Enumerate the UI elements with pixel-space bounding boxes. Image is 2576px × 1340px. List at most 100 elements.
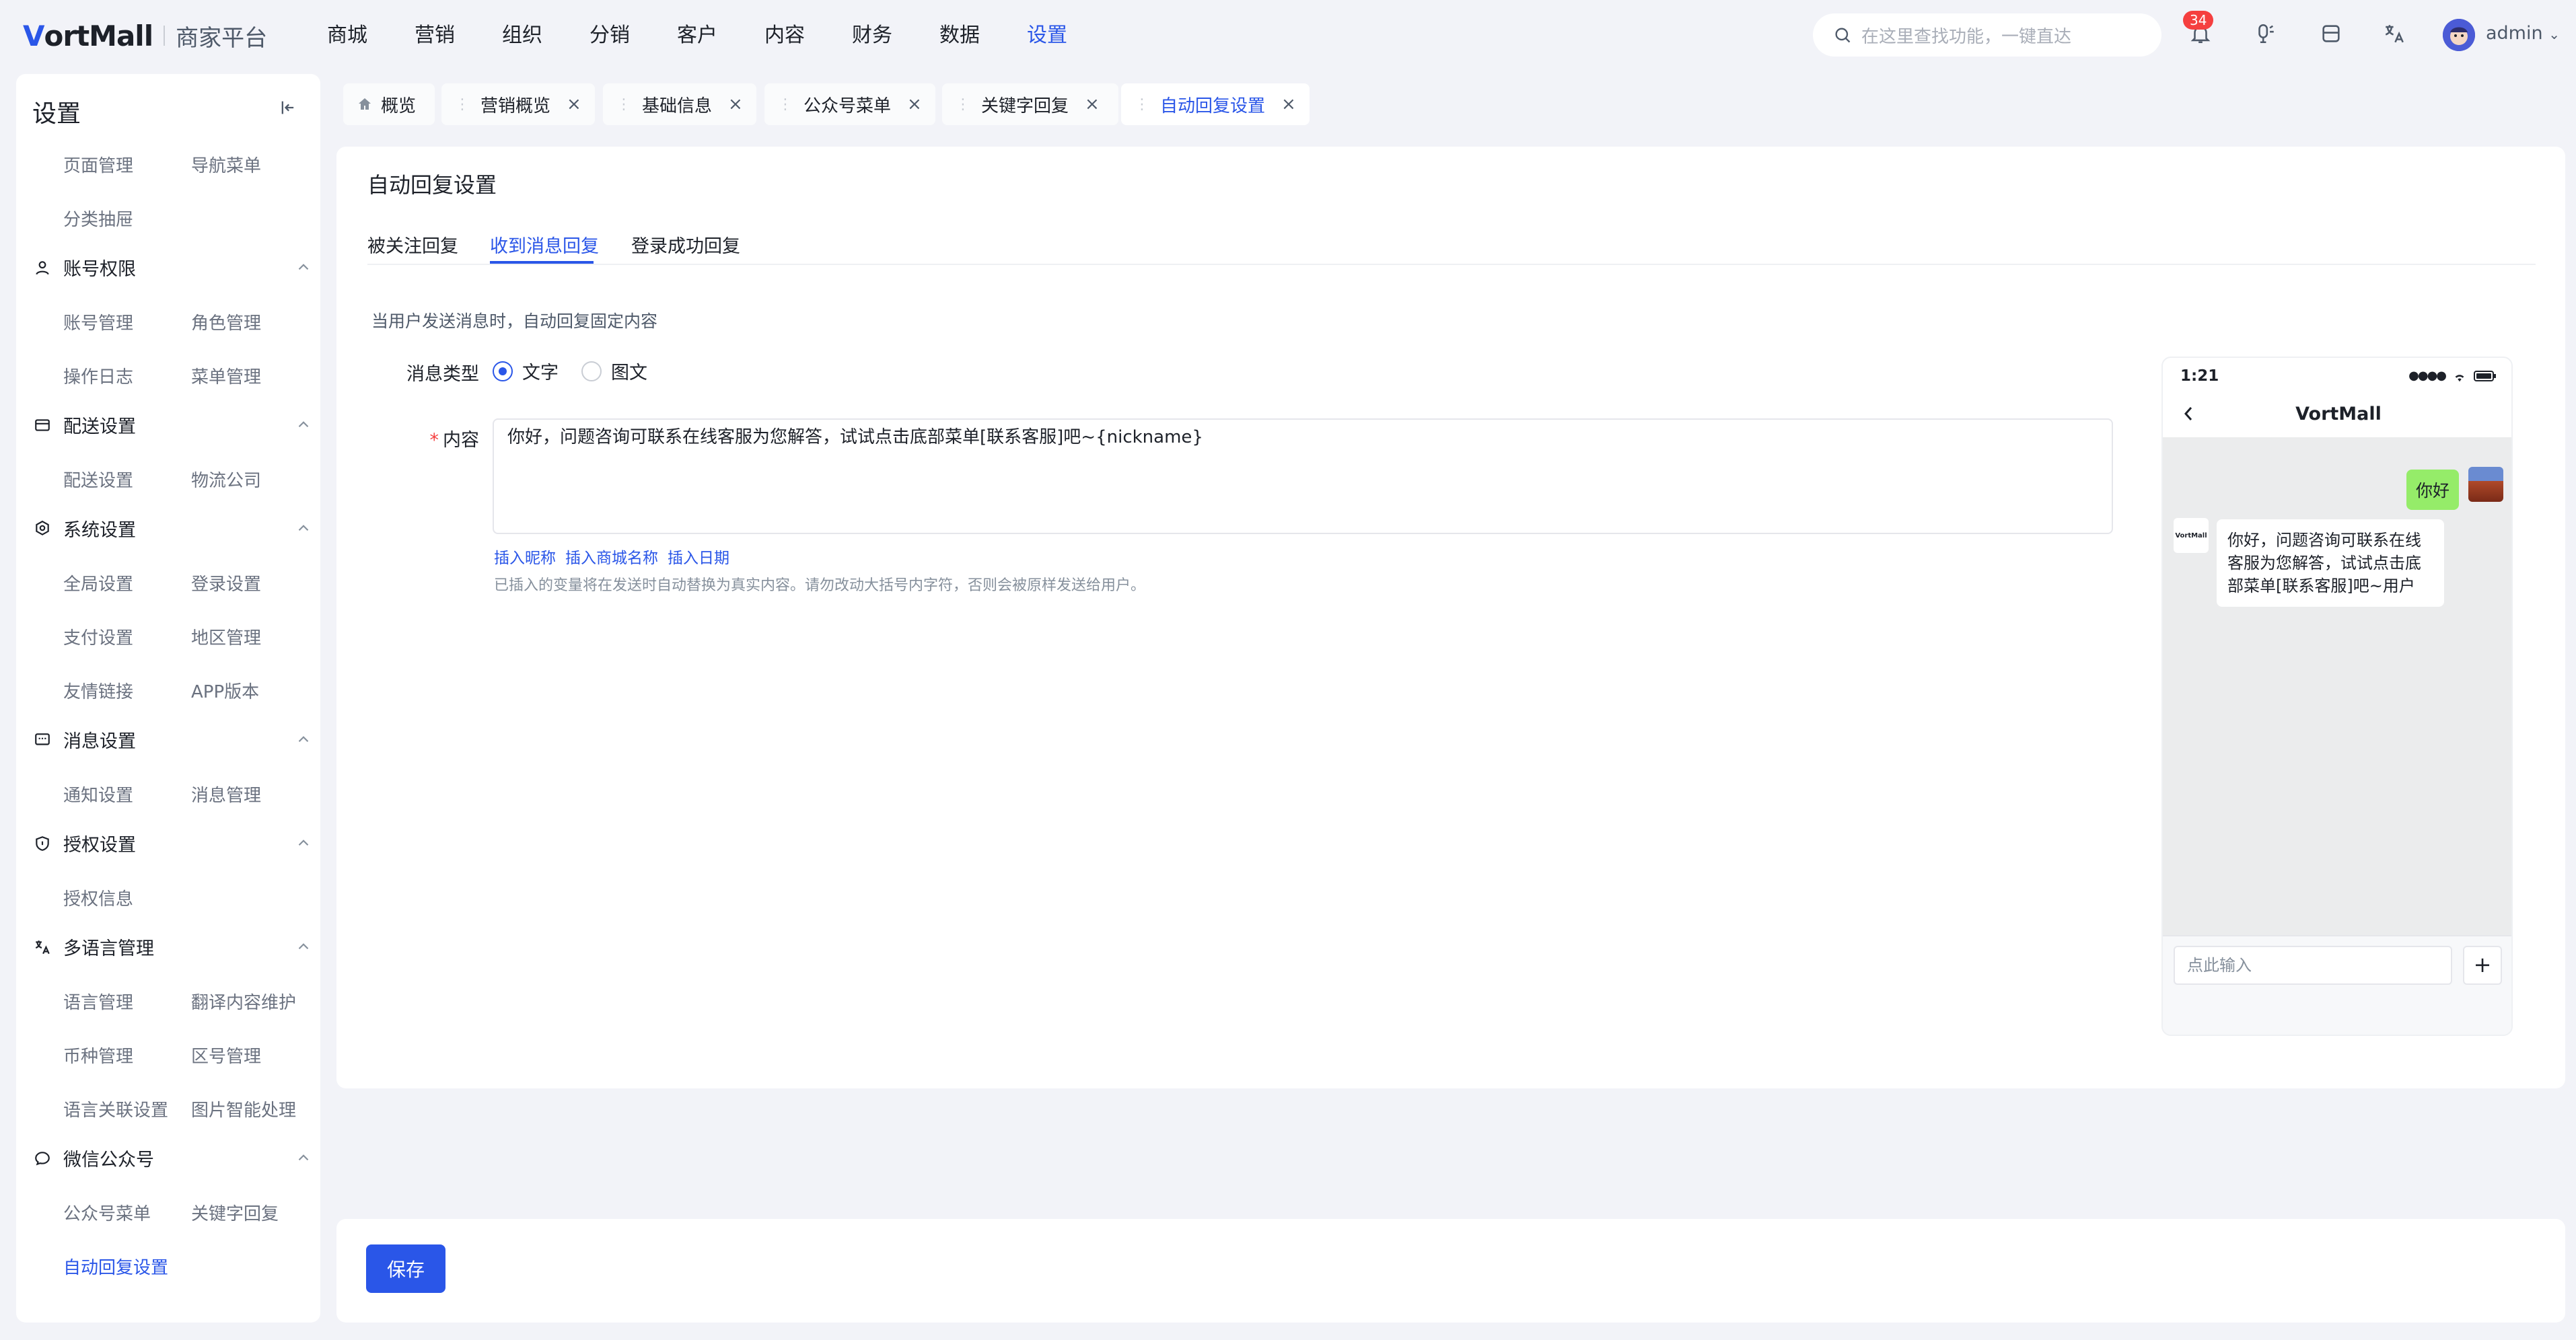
sidebar-item-notification-settings[interactable]: 通知设置 [63, 782, 133, 807]
chevron-up-icon [298, 421, 309, 428]
close-icon[interactable]: × [728, 94, 743, 114]
sidebar-item-area-code-management[interactable]: 区号管理 [191, 1043, 261, 1068]
voice-assistant-icon[interactable] [2252, 20, 2279, 47]
page-title: 自动回复设置 [367, 172, 497, 198]
nav-item-data[interactable]: 数据 [939, 20, 1027, 51]
sidebar-item-menu-management[interactable]: 菜单管理 [191, 363, 261, 388]
drag-handle-icon[interactable]: ⋮ [1135, 96, 1149, 113]
radio-button-checked[interactable] [493, 361, 513, 381]
content-textarea[interactable]: 你好，问题咨询可联系在线客服为您解答，试试点击底部菜单[联系客服]吧~{nick… [493, 418, 2113, 534]
tab-marketing-overview[interactable]: ⋮ 营销概览 × [441, 83, 595, 125]
insert-date-link[interactable]: 插入日期 [668, 545, 729, 568]
subtab-divider [367, 264, 2536, 265]
system-icon [32, 519, 52, 539]
sidebar-item-official-account-menu[interactable]: 公众号菜单 [63, 1200, 151, 1225]
sidebar-group-authorization[interactable]: 授权设置 [32, 830, 312, 856]
sidebar-group-multilanguage[interactable]: 多语言管理 [32, 934, 312, 960]
sidebar-item-role-management[interactable]: 角色管理 [191, 309, 261, 334]
close-icon[interactable]: × [1085, 94, 1100, 114]
sidebar-group-delivery[interactable]: 配送设置 [32, 412, 312, 438]
global-search-input[interactable]: 在这里查找功能，一键直达 [1813, 13, 2161, 57]
sidebar-item-currency-management[interactable]: 币种管理 [63, 1043, 133, 1068]
brand-logo[interactable]: VortMall 商家平台 [23, 19, 268, 52]
store-icon[interactable] [2318, 20, 2345, 47]
close-icon[interactable]: × [907, 94, 922, 114]
nav-item-mall[interactable]: 商城 [327, 20, 415, 51]
translate-icon[interactable] [2381, 20, 2408, 47]
save-button[interactable]: 保存 [366, 1244, 445, 1293]
chat-area: 你好 VortMall 你好，问题咨询可联系在线客服为您解答，试试点击底部菜单[… [2163, 437, 2511, 935]
sidebar-item-operation-log[interactable]: 操作日志 [63, 363, 133, 388]
subtab-follow-reply[interactable]: 被关注回复 [367, 231, 458, 258]
close-icon[interactable]: × [567, 94, 581, 114]
sidebar-item-login-settings[interactable]: 登录设置 [191, 570, 261, 595]
tab-basic-info[interactable]: ⋮ 基础信息 × [603, 83, 756, 125]
chevron-down-icon: ⌄ [2548, 26, 2560, 42]
radio-rich-media[interactable]: 图文 [581, 358, 647, 384]
tab-auto-reply-settings[interactable]: ⋮ 自动回复设置 × [1121, 83, 1310, 125]
sidebar-item-authorization-info[interactable]: 授权信息 [63, 885, 133, 910]
radio-text[interactable]: 文字 [493, 358, 559, 384]
collapse-sidebar-icon[interactable] [279, 98, 297, 120]
sidebar-item-keyword-reply[interactable]: 关键字回复 [191, 1200, 279, 1225]
chat-input[interactable]: 点此输入 [2174, 946, 2452, 985]
platform-subtitle: 商家平台 [176, 24, 268, 52]
sidebar-group-label: 微信公众号 [63, 1150, 154, 1170]
nav-item-content[interactable]: 内容 [764, 20, 852, 51]
sidebar-group-system[interactable]: 系统设置 [32, 515, 312, 542]
sidebar-item-auto-reply-settings[interactable]: 自动回复设置 [63, 1254, 168, 1279]
section-description: 当用户发送消息时，自动回复固定内容 [371, 311, 658, 331]
nav-item-organization[interactable]: 组织 [502, 20, 589, 51]
nav-item-settings[interactable]: 设置 [1027, 20, 1114, 51]
tab-keyword-reply[interactable]: ⋮ 关键字回复 × [942, 83, 1118, 125]
sidebar-group-account[interactable]: 账号权限 [32, 254, 312, 281]
sidebar-group-label: 系统设置 [63, 520, 136, 541]
bot-reply-bubble: 你好，问题咨询可联系在线客服为您解答，试试点击底部菜单[联系客服]吧~用户 [2217, 519, 2444, 607]
sidebar-item-payment-settings[interactable]: 支付设置 [63, 624, 133, 649]
drag-handle-icon[interactable]: ⋮ [778, 96, 793, 113]
subtab-message-reply[interactable]: 收到消息回复 [490, 231, 599, 258]
close-icon[interactable]: × [1281, 94, 1296, 114]
plus-icon[interactable]: + [2463, 946, 2502, 985]
sidebar-group-wechat[interactable]: 微信公众号 [32, 1145, 312, 1171]
radio-button[interactable] [581, 361, 602, 381]
sidebar-item-message-management[interactable]: 消息管理 [191, 782, 261, 807]
sidebar-item-language-management[interactable]: 语言管理 [63, 989, 133, 1014]
chevron-up-icon [298, 264, 309, 270]
user-avatar[interactable] [2443, 19, 2475, 51]
required-mark: * [429, 430, 439, 451]
sidebar-item-nav-menu[interactable]: 导航菜单 [191, 152, 261, 177]
sidebar-group-message[interactable]: 消息设置 [32, 727, 312, 753]
sidebar-item-page-management[interactable]: 页面管理 [63, 152, 133, 177]
nav-item-customers[interactable]: 客户 [677, 20, 764, 51]
nav-item-finance[interactable]: 财务 [852, 20, 939, 51]
sidebar-group-label: 消息设置 [63, 731, 136, 752]
drag-handle-icon[interactable]: ⋮ [616, 96, 631, 113]
subtab-login-reply[interactable]: 登录成功回复 [631, 231, 740, 258]
sidebar-item-language-association[interactable]: 语言关联设置 [63, 1096, 168, 1121]
sidebar-item-friend-links[interactable]: 友情链接 [63, 678, 133, 703]
chat-title: VortMall [2295, 404, 2382, 424]
sidebar-item-delivery-settings[interactable]: 配送设置 [63, 467, 133, 492]
drag-handle-icon[interactable]: ⋮ [455, 96, 470, 113]
tab-official-account-menu[interactable]: ⋮ 公众号菜单 × [764, 83, 935, 125]
insert-mall-name-link[interactable]: 插入商城名称 [565, 545, 658, 568]
user-menu[interactable]: admin ⌄ [2486, 23, 2560, 44]
drag-handle-icon[interactable]: ⋮ [956, 96, 970, 113]
sidebar-item-category-drawer[interactable]: 分类抽屉 [63, 206, 133, 231]
sidebar-item-account-management[interactable]: 账号管理 [63, 309, 133, 334]
phone-preview: 1:21 ●●●● VortMall 你好 VortMall 你好，问题咨询可联… [2161, 357, 2513, 1036]
sidebar-item-translation-maintenance[interactable]: 翻译内容维护 [191, 989, 296, 1014]
search-icon [1835, 28, 1851, 43]
nav-item-distribution[interactable]: 分销 [589, 20, 677, 51]
sidebar-item-image-smart-processing[interactable]: 图片智能处理 [191, 1096, 296, 1121]
footer-action-bar: 保存 [336, 1219, 2565, 1323]
tab-overview[interactable]: 概览 [343, 83, 435, 125]
sidebar-item-global-settings[interactable]: 全局设置 [63, 570, 133, 595]
nav-item-marketing[interactable]: 营销 [415, 20, 502, 51]
sidebar-item-app-version[interactable]: APP版本 [191, 678, 259, 703]
logo-wordmark: VortMall [23, 19, 153, 52]
sidebar-item-logistics-company[interactable]: 物流公司 [191, 467, 261, 492]
sidebar-item-region-management[interactable]: 地区管理 [191, 624, 261, 649]
insert-nickname-link[interactable]: 插入昵称 [494, 545, 556, 568]
